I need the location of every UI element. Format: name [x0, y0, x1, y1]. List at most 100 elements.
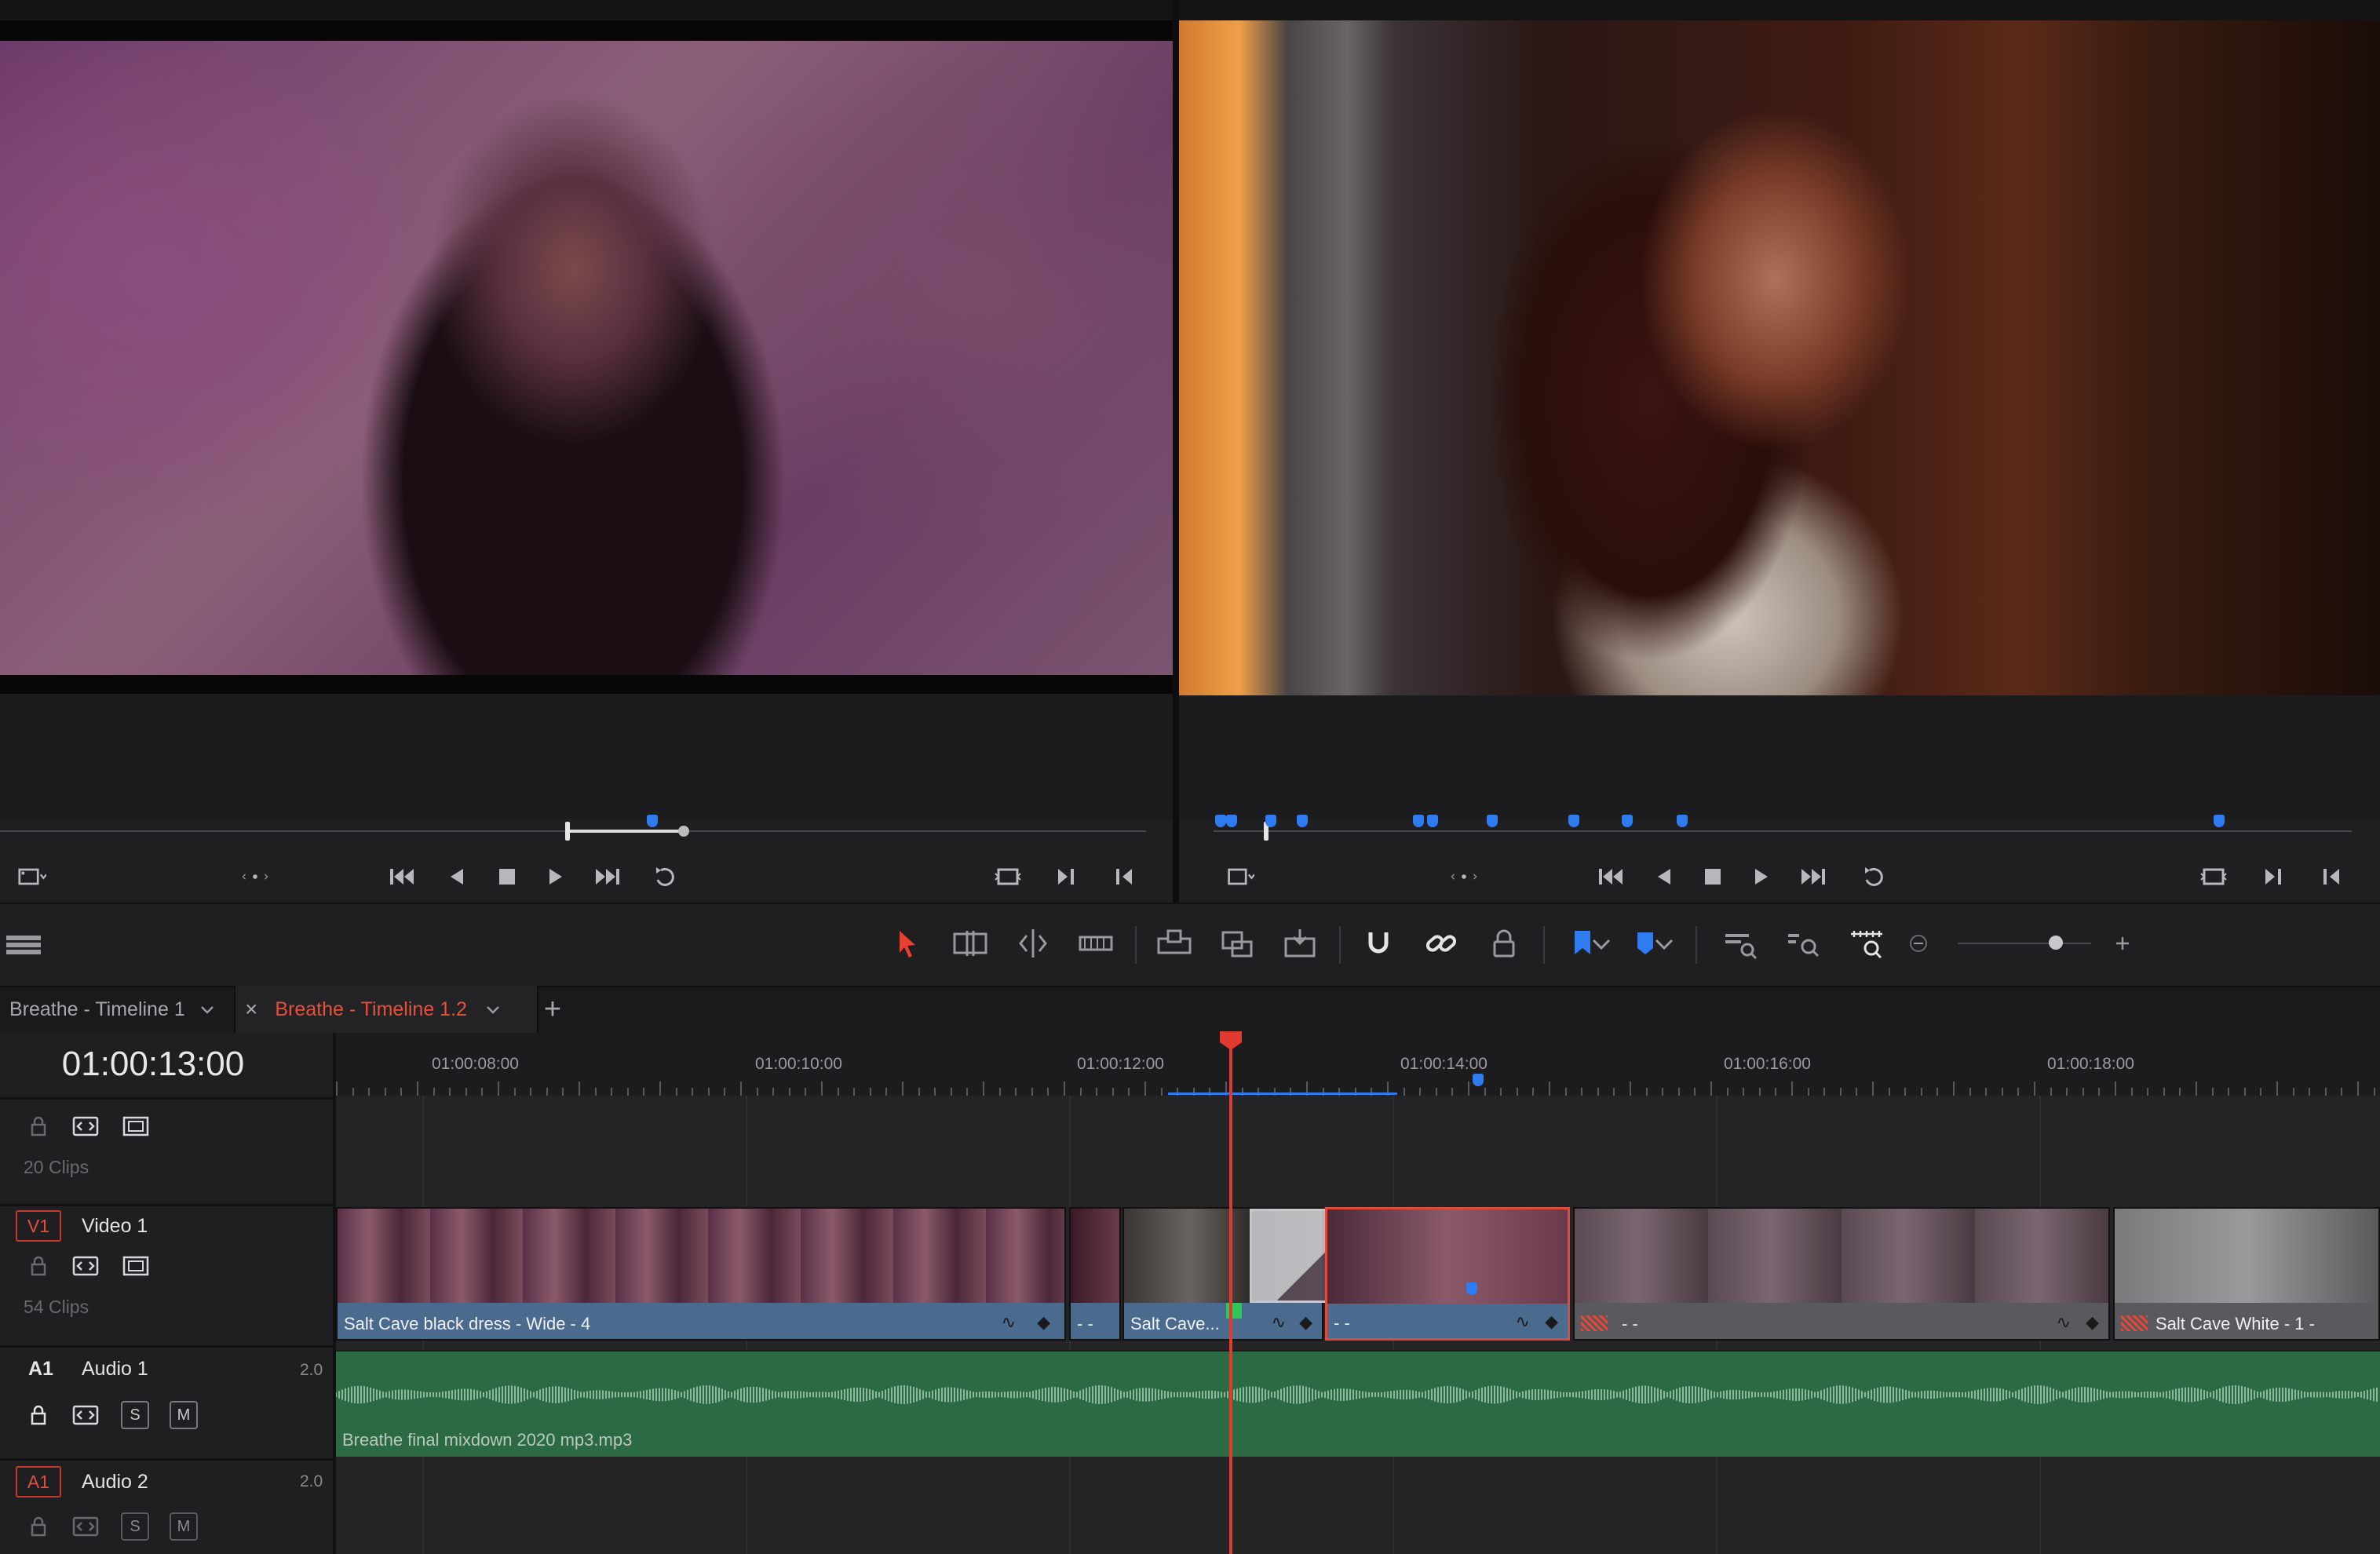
insert-clip-button[interactable]: [1151, 920, 1198, 967]
track-enable-button[interactable]: [122, 1114, 149, 1138]
mute-button[interactable]: M: [170, 1401, 198, 1429]
record-mark-in-button[interactable]: [2314, 859, 2349, 894]
dynamic-trim-mode-button[interactable]: [1009, 920, 1057, 967]
marker-dropdown[interactable]: [1650, 920, 1678, 967]
record-jog-control[interactable]: [1429, 859, 1499, 894]
record-marker[interactable]: [1677, 815, 1688, 827]
record-marker[interactable]: [1568, 815, 1579, 827]
solo-button[interactable]: S: [121, 1401, 149, 1429]
snapping-toggle[interactable]: [1355, 920, 1402, 967]
auto-select-button[interactable]: [72, 1403, 99, 1427]
timeline-view-options-button[interactable]: [0, 920, 47, 967]
track-name[interactable]: Video 1: [82, 1215, 148, 1238]
add-tab-button[interactable]: +: [537, 993, 568, 1026]
source-view-options-button[interactable]: [5, 859, 60, 894]
record-marker[interactable]: [1226, 815, 1237, 827]
ruler-tick: [400, 1088, 403, 1096]
auto-select-button[interactable]: [72, 1254, 99, 1278]
mute-button[interactable]: M: [170, 1512, 198, 1541]
record-marker[interactable]: [2214, 815, 2225, 827]
record-go-to-end-button[interactable]: [1796, 859, 1831, 894]
record-marker[interactable]: [1622, 815, 1633, 827]
track-name[interactable]: Audio 1: [82, 1358, 148, 1381]
track-lock-button[interactable]: [25, 1254, 52, 1278]
record-mark-out-button[interactable]: [2256, 859, 2291, 894]
zoom-slider-track[interactable]: [1958, 943, 2091, 944]
record-marker[interactable]: [1413, 815, 1424, 827]
track-name[interactable]: Audio 2: [82, 1471, 148, 1494]
overwrite-clip-button[interactable]: [1214, 920, 1261, 967]
flag-dropdown[interactable]: [1587, 920, 1615, 967]
video-clip-disabled[interactable]: Salt Cave White - 1 -: [2113, 1207, 2380, 1341]
source-out-point[interactable]: [678, 826, 689, 837]
record-marker[interactable]: [1427, 815, 1438, 827]
auto-select-button[interactable]: [72, 1515, 99, 1538]
video-clip-disabled[interactable]: - - ∿ ◆: [1573, 1207, 2110, 1341]
viewer-divider[interactable]: [1173, 0, 1179, 903]
source-stop-button[interactable]: [490, 859, 524, 894]
track-lock-button[interactable]: [25, 1403, 52, 1427]
timeline-playhead[interactable]: [1229, 1047, 1232, 1554]
video-clip[interactable]: Salt Cave black dress - Wide - 4 ∿ ◆: [336, 1207, 1066, 1341]
record-marker[interactable]: [1487, 815, 1498, 827]
record-match-frame-button[interactable]: [2196, 859, 2231, 894]
timeline-ruler[interactable]: 01:00:08:00 01:00:10:00 01:00:12:00 01:0…: [336, 1033, 2380, 1096]
ruler-tick: [1451, 1088, 1454, 1096]
record-go-to-start-button[interactable]: [1593, 859, 1628, 894]
solo-button[interactable]: S: [121, 1512, 149, 1541]
record-marker[interactable]: [1265, 815, 1276, 827]
a1-patch-selector[interactable]: A1: [16, 1466, 61, 1497]
source-go-to-start-button[interactable]: [385, 859, 419, 894]
v1-patch-selector[interactable]: V1: [16, 1210, 61, 1242]
record-marker[interactable]: [1297, 815, 1308, 827]
chevron-down-icon[interactable]: [198, 1000, 217, 1019]
position-lock-toggle[interactable]: [1480, 920, 1528, 967]
track-lock-button[interactable]: [25, 1515, 52, 1538]
zoom-slider-handle[interactable]: [2049, 936, 2063, 950]
record-loop-button[interactable]: [1857, 859, 1892, 894]
video-clip[interactable]: - -: [1069, 1207, 1121, 1341]
ruler-tick: [417, 1082, 418, 1096]
audio-clip[interactable]: Breathe final mixdown 2020 mp3.mp3: [336, 1350, 2380, 1457]
replace-clip-button[interactable]: [1276, 920, 1323, 967]
trim-edit-mode-button[interactable]: [947, 920, 994, 967]
green-marker[interactable]: [1226, 1303, 1242, 1319]
source-mark-in-button[interactable]: [1107, 859, 1141, 894]
custom-zoom-button[interactable]: [1843, 920, 1890, 967]
selection-mode-button[interactable]: [884, 920, 931, 967]
track-enable-button[interactable]: [122, 1254, 149, 1278]
source-marker[interactable]: [647, 815, 658, 827]
source-mark-out-button[interactable]: [1049, 859, 1083, 894]
auto-select-button[interactable]: [72, 1114, 99, 1138]
source-go-to-end-button[interactable]: [590, 859, 625, 894]
source-match-frame-button[interactable]: [991, 859, 1025, 894]
record-view-options-button[interactable]: [1210, 859, 1270, 894]
linked-selection-toggle[interactable]: [1418, 920, 1465, 967]
source-play-reverse-button[interactable]: [440, 859, 474, 894]
zoom-out-button[interactable]: [1903, 920, 1934, 967]
timeline-marker[interactable]: [1473, 1074, 1484, 1086]
timeline-timecode[interactable]: 01:00:13:00: [0, 1033, 306, 1096]
source-jog-control[interactable]: [220, 859, 290, 894]
record-marker[interactable]: [1215, 815, 1226, 827]
video-clip-selected[interactable]: - - ∿ ◆: [1325, 1207, 1570, 1341]
blade-edit-mode-button[interactable]: [1072, 920, 1119, 967]
record-stop-button[interactable]: [1696, 859, 1730, 894]
zoom-in-button[interactable]: [2107, 920, 2138, 967]
chevron-down-icon[interactable]: [484, 1000, 502, 1019]
record-scrubber-track[interactable]: [1214, 830, 2352, 832]
record-play-button[interactable]: [1744, 859, 1779, 894]
playhead-handle-icon[interactable]: [1218, 1030, 1243, 1052]
clip-marker[interactable]: [1466, 1282, 1477, 1295]
detail-zoom-button[interactable]: [1780, 920, 1827, 967]
track-lock-button[interactable]: [25, 1114, 52, 1138]
close-tab-icon[interactable]: ×: [245, 997, 257, 1022]
source-play-button[interactable]: [538, 859, 573, 894]
waveform-path: [336, 1385, 2378, 1404]
source-loop-button[interactable]: [648, 859, 683, 894]
tab-breathe-timeline-1[interactable]: Breathe - Timeline 1: [0, 986, 242, 1033]
full-extent-zoom-button[interactable]: [1717, 920, 1765, 967]
tab-breathe-timeline-1-2[interactable]: × Breathe - Timeline 1.2: [234, 986, 538, 1033]
record-play-reverse-button[interactable]: [1647, 859, 1681, 894]
source-playhead[interactable]: [565, 822, 570, 841]
